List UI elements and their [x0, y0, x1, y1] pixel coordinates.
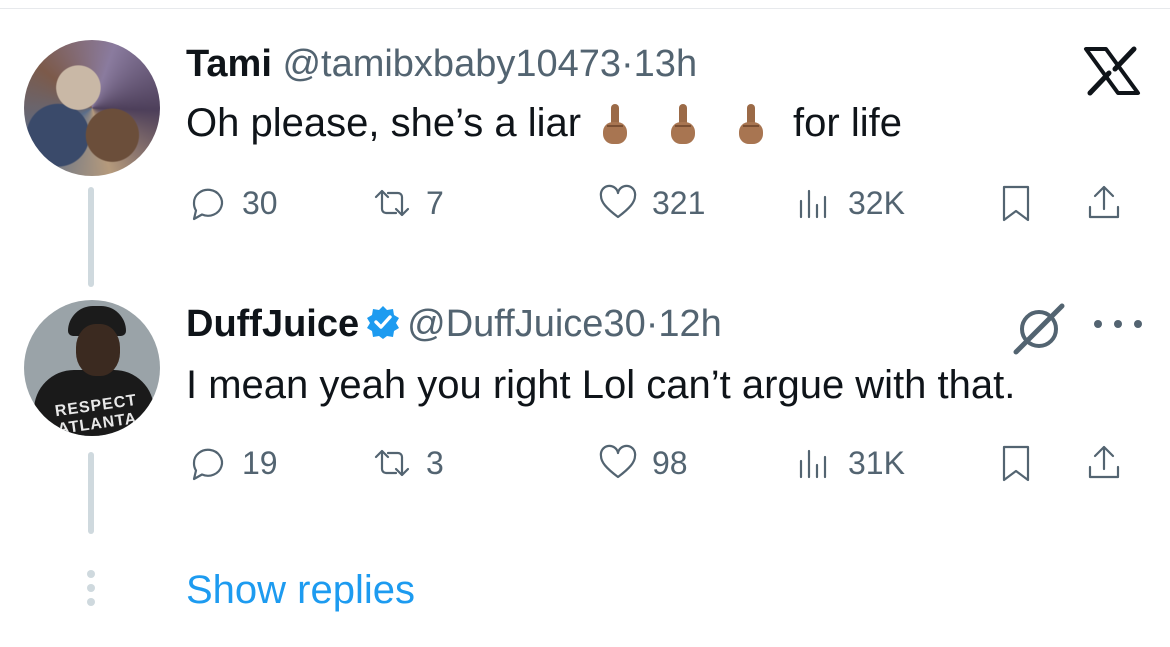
views-icon [799, 189, 827, 219]
views-button[interactable]: 32K [792, 178, 905, 228]
reply-button[interactable]: 30 [186, 178, 278, 228]
tweet-text: Oh please, she’s a liar for life [186, 100, 902, 146]
retweet-icon [374, 189, 410, 217]
retweet-count: 3 [426, 444, 444, 481]
user-handle[interactable]: @tamibxbaby10473 [282, 43, 621, 85]
thread-line [88, 187, 94, 287]
tweet-text-end: for life [793, 101, 902, 145]
tweet-actions: 30 7 321 32K [186, 178, 1146, 228]
user-handle[interactable]: @DuffJuice30 [407, 303, 646, 345]
share-button[interactable] [1082, 438, 1126, 488]
top-divider [0, 8, 1170, 9]
middle-finger-emoji [671, 104, 696, 144]
show-replies-link[interactable]: Show replies [186, 568, 415, 613]
tweet-text: I mean yeah you right Lol can’t argue wi… [186, 363, 1016, 407]
thread-line [88, 452, 94, 534]
more-icon [1094, 320, 1102, 328]
avatar[interactable] [24, 40, 160, 176]
tweet-header: Tami @tamibxbaby10473·13h [186, 42, 697, 86]
bookmark-icon [1002, 445, 1030, 482]
separator: · [621, 43, 634, 85]
views-button[interactable]: 31K [792, 438, 905, 488]
reply-icon [192, 448, 224, 481]
reply-count: 30 [242, 184, 278, 221]
more-icon-dot [1114, 320, 1122, 328]
display-name[interactable]: DuffJuice [186, 303, 359, 345]
share-icon [1088, 445, 1120, 479]
retweet-count: 7 [426, 184, 444, 221]
like-count: 321 [652, 184, 706, 221]
like-count: 98 [652, 444, 688, 481]
bookmark-button[interactable] [994, 438, 1038, 488]
emoji-group [595, 102, 775, 144]
retweet-icon [374, 449, 410, 477]
reply-icon [192, 188, 224, 221]
x-logo-icon [1084, 46, 1140, 96]
timestamp[interactable]: 12h [658, 303, 721, 345]
grok-icon[interactable] [1010, 300, 1068, 358]
avatar[interactable]: RESPECT ATLANTA [24, 300, 160, 436]
verified-badge-icon [367, 306, 400, 339]
views-icon [799, 449, 827, 479]
middle-finger-emoji [603, 104, 628, 144]
more-icon-dot [1134, 320, 1142, 328]
like-button[interactable]: 321 [596, 178, 705, 228]
tweet-header: DuffJuice @DuffJuice30·12h [186, 302, 722, 346]
share-icon [1088, 185, 1120, 219]
bookmark-icon [1002, 185, 1030, 222]
timestamp[interactable]: 13h [634, 43, 697, 85]
views-count: 32K [848, 184, 905, 221]
heart-icon [599, 444, 637, 479]
avatar-head [76, 324, 120, 376]
tweet-text-start: Oh please, she’s a liar [186, 101, 582, 145]
bookmark-button[interactable] [994, 178, 1038, 228]
like-button[interactable]: 98 [596, 438, 688, 488]
reply-button[interactable]: 19 [186, 438, 278, 488]
retweet-button[interactable]: 7 [370, 178, 444, 228]
share-button[interactable] [1082, 178, 1126, 228]
thread-dots [84, 570, 98, 612]
middle-finger-emoji [739, 104, 764, 144]
reply-count: 19 [242, 444, 278, 481]
separator: · [645, 303, 659, 345]
more-button[interactable] [1094, 320, 1142, 334]
display-name[interactable]: Tami [186, 43, 272, 85]
tweet-actions: 19 3 98 31K [186, 438, 1146, 488]
retweet-button[interactable]: 3 [370, 438, 444, 488]
views-count: 31K [848, 444, 905, 481]
heart-icon [599, 184, 637, 219]
